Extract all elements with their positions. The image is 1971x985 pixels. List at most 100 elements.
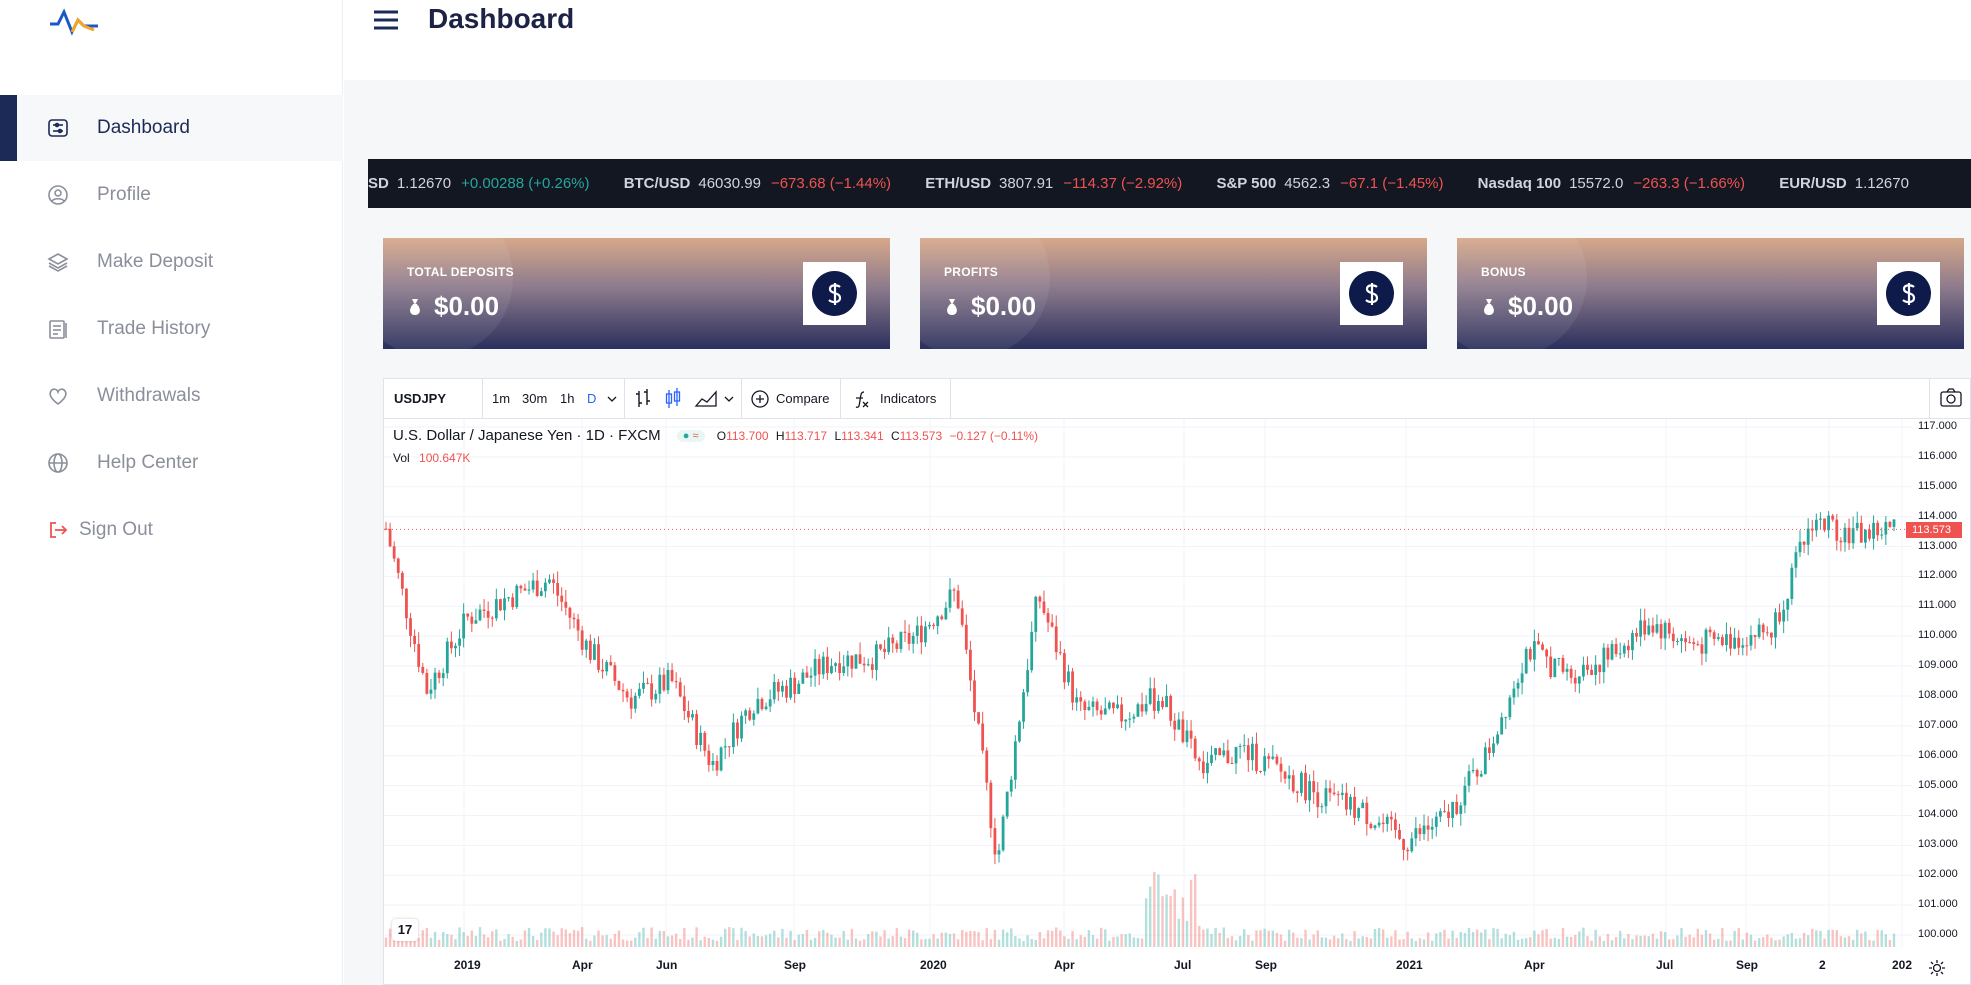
bar-style-icon[interactable]: [634, 379, 654, 419]
candle-body: [429, 689, 433, 694]
volume-bar: [1373, 929, 1377, 947]
volume-bar: [1206, 928, 1209, 947]
candle-body: [1308, 781, 1311, 801]
candlestick-plot[interactable]: [384, 419, 1912, 947]
volume-bar: [768, 933, 772, 947]
candle-body: [1835, 519, 1839, 541]
candle-body: [1851, 528, 1855, 544]
camera-icon[interactable]: [1940, 379, 1962, 419]
area-style-icon[interactable]: [694, 379, 718, 419]
candle-body: [1381, 822, 1385, 825]
indicators-button[interactable]: Indicators: [852, 379, 936, 419]
volume-bar: [531, 935, 535, 947]
volume-bar: [450, 934, 453, 947]
tradingview-logo-icon[interactable]: 17: [392, 919, 418, 941]
volume-bar: [1230, 936, 1234, 947]
deposit-dollar-button[interactable]: [803, 262, 866, 325]
price-tick-label: 100.000: [1918, 928, 1958, 940]
price-tick-label: 108.000: [1918, 688, 1958, 701]
volume-bar: [507, 934, 510, 947]
volume-bar: [1153, 872, 1156, 947]
volume-bar: [1014, 936, 1017, 947]
volume-bar: [1537, 934, 1540, 947]
ticker-item[interactable]: SD 1.12670 +0.00288 (+0.26%): [368, 159, 590, 208]
sidebar-item-help-center[interactable]: Help Center: [0, 430, 343, 496]
volume-bar: [495, 929, 498, 947]
price-tick-label: 106.000: [1918, 748, 1958, 761]
candle-body: [1565, 668, 1569, 672]
ticker-tape[interactable]: SD 1.12670 +0.00288 (+0.26%) BTC/USD 46030.…: [368, 159, 1971, 208]
candle-style-icon[interactable]: [664, 379, 684, 419]
candle-body: [1140, 704, 1144, 712]
candle-body: [1377, 822, 1381, 826]
volume-bar: [736, 940, 739, 947]
sidebar-item-dashboard[interactable]: Dashboard: [0, 95, 343, 161]
volume-bar: [458, 927, 461, 947]
volume-bar: [1512, 931, 1516, 947]
volume-bar: [973, 931, 976, 947]
pulse-logo-icon[interactable]: [48, 6, 100, 38]
hamburger-menu-icon[interactable]: [372, 5, 400, 35]
ticker-item[interactable]: BTC/USD 46030.99 −673.68 (−1.44%): [624, 159, 891, 208]
candle-body: [1647, 625, 1651, 635]
volume-bar: [1292, 932, 1295, 947]
card-amount: $0.00: [971, 291, 1037, 321]
ticker-item[interactable]: S&P 500 4562.3 −67.1 (−1.45%): [1216, 159, 1443, 208]
interval-d[interactable]: D: [587, 379, 596, 419]
candle-body: [637, 688, 641, 696]
symbol-search[interactable]: USDJPY: [394, 379, 446, 419]
sidebar-item-make-deposit[interactable]: Make Deposit: [0, 229, 343, 295]
candle-body: [1340, 792, 1344, 796]
candle-body: [936, 616, 940, 627]
price-tick-label: 109.000: [1918, 659, 1958, 672]
candle-body: [1001, 816, 1005, 851]
candle-body: [1295, 791, 1299, 793]
price-tick-label: 116.000: [1918, 449, 1957, 462]
profits-dollar-button[interactable]: [1340, 262, 1403, 325]
top-bar: [344, 0, 1971, 80]
volume-bar: [1402, 939, 1405, 947]
sign-out-button[interactable]: Sign Out: [0, 497, 343, 563]
sidebar-item-trade-history[interactable]: Trade History: [0, 296, 343, 362]
volume-bar: [576, 930, 580, 947]
interval-1h[interactable]: 1h: [560, 379, 574, 419]
candle-body: [384, 528, 388, 530]
candle-body: [699, 732, 703, 746]
candle-body: [1349, 796, 1352, 810]
chevron-down-icon[interactable]: [607, 379, 617, 419]
volume-bar: [683, 928, 686, 947]
volume-bar: [1508, 935, 1512, 947]
chevron-down-icon[interactable]: [724, 379, 734, 419]
market-status-badge: ● ≈: [676, 430, 705, 443]
settings-gear-icon[interactable]: [1928, 959, 1946, 977]
sidebar-item-withdrawals[interactable]: Withdrawals: [0, 363, 343, 429]
interval-1m[interactable]: 1m: [492, 379, 510, 419]
volume-bar: [1598, 936, 1601, 947]
candle-body: [1778, 612, 1781, 622]
card-value: $0.00: [407, 291, 499, 322]
tradingview-chart-widget[interactable]: USDJPY 1m 30m 1h D Compare Indicators U.…: [383, 378, 1971, 985]
ticker-item[interactable]: Nasdaq 100 15572.0 −263.3 (−1.66%): [1478, 159, 1745, 208]
card-amount: $0.00: [434, 291, 500, 321]
candle-body: [1054, 626, 1058, 653]
bonus-dollar-button[interactable]: [1877, 262, 1940, 325]
time-axis[interactable]: 2019 Apr Jun Sep 2020 Apr Jul Sep 2021 Apr Jul Sep 2…: [384, 947, 1912, 985]
candle-body: [1774, 612, 1777, 638]
volume-bar: [1651, 933, 1655, 947]
compare-button[interactable]: Compare: [750, 379, 829, 419]
candle-body: [858, 654, 862, 664]
sidebar-item-profile[interactable]: Profile: [0, 162, 343, 228]
volume-bar: [1038, 932, 1042, 947]
ticker-price: 3807.91: [999, 175, 1054, 192]
candle-body: [1095, 701, 1099, 711]
volume-bar: [1643, 935, 1646, 947]
volume-bar: [1136, 938, 1140, 947]
interval-30m[interactable]: 30m: [522, 379, 547, 419]
ticker-item[interactable]: EUR/USD 1.12670: [1779, 159, 1919, 208]
price-axis[interactable]: 117.000 116.000 115.000 114.000 113.000 112.0…: [1910, 419, 1970, 947]
volume-bar: [511, 936, 514, 947]
volume-bar: [797, 934, 800, 947]
ticker-item[interactable]: ETH/USD 3807.91 −114.37 (−2.92%): [925, 159, 1182, 208]
candle-body: [515, 585, 519, 608]
candle-body: [449, 641, 453, 649]
